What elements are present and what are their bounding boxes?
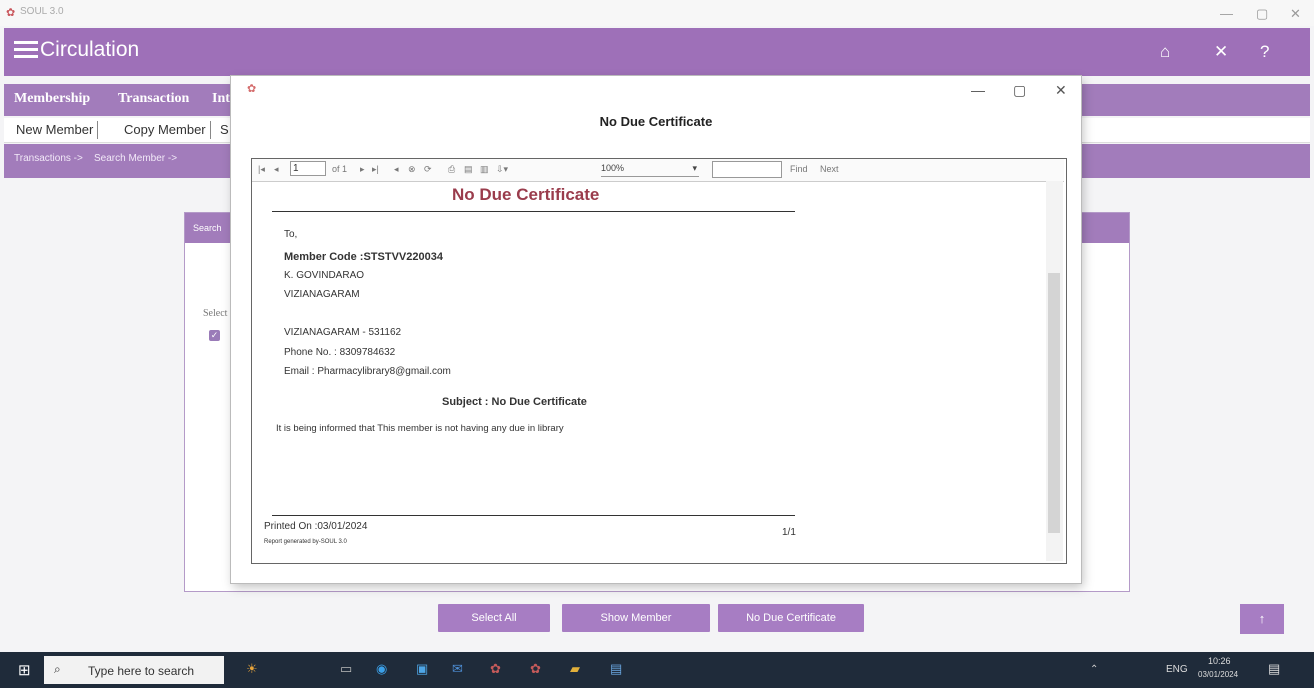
show-member-button[interactable]: Show Member [562,604,710,632]
windows-start-icon[interactable]: ⊞ [18,661,31,679]
next-page-icon[interactable]: ▸ [360,164,365,175]
print-layout-icon[interactable]: ▤ [464,164,473,175]
app-window-icon[interactable]: ▤ [610,661,622,677]
back-icon[interactable]: ◂ [394,164,399,175]
window-title-bar: ✿ SOUL 3.0 — ▢ ✕ [0,0,1314,26]
search-icon: ⌕ [54,662,61,676]
clock-time[interactable]: 10:26 [1208,656,1231,666]
dialog-close-icon[interactable]: ✕ [1055,82,1067,99]
select-checkbox[interactable]: ✓ [209,330,220,341]
home-icon[interactable]: ⌂ [1160,42,1170,62]
taskbar-search[interactable]: ⌕ Type here to search [44,656,224,684]
page-setup-icon[interactable]: ▥ [480,164,489,175]
page-total: of 1 [332,164,348,174]
breadcrumb-transactions[interactable]: Transactions -> [14,153,83,164]
minimize-icon[interactable]: — [1220,6,1233,21]
copy-member-button[interactable]: Copy Member [120,121,211,139]
maximize-icon[interactable]: ▢ [1256,6,1268,22]
refresh-icon[interactable]: ⟳ [424,164,432,175]
member-name: K. GOVINDARAO [284,270,365,281]
page-title: Circulation [40,38,140,61]
soul-app-2-icon[interactable]: ✿ [530,661,541,677]
member-pincode: VIZIANAGARAM - 531162 [284,327,402,338]
report-subject: Subject : No Due Certificate [442,396,587,408]
system-tray-icon[interactable]: ⌃ [1090,664,1098,675]
export-icon[interactable]: ⇩▾ [496,164,508,175]
find-link[interactable]: Find [790,164,808,174]
member-code: Member Code :STSTVV220034 [284,251,443,263]
printed-on: Printed On :03/01/2024 [264,521,368,532]
member-city: VIZIANAGARAM [284,289,360,300]
no-due-certificate-button[interactable]: No Due Certificate [718,604,864,632]
window-title: SOUL 3.0 [20,6,64,17]
dialog-minimize-icon[interactable]: — [971,82,985,98]
report-viewer: |◂ ◂ 1 of 1 ▸ ▸| ◂ ⊗ ⟳ ⎙ ▤ ▥ ⇩▾ 100% ▾ Fi… [251,158,1067,564]
app-header: Circulation ⌂ ✕ ? [4,28,1310,76]
nav-membership[interactable]: Membership [14,91,90,107]
first-page-icon[interactable]: |◂ [258,164,265,175]
dialog-title: No Due Certificate [599,114,713,129]
dialog-app-icon: ✿ [247,83,257,95]
title-divider [272,211,795,212]
notifications-icon[interactable]: ▤ [1268,661,1280,677]
mail-icon[interactable]: ✉ [452,661,463,677]
print-icon[interactable]: ⎙ [448,164,455,175]
close-icon[interactable]: ✕ [1290,6,1301,22]
scroll-to-top-button[interactable]: ↑ [1240,604,1284,634]
select-column-label: Select [203,308,228,319]
file-explorer-icon[interactable]: ▰ [570,661,580,677]
report-toolbar: |◂ ◂ 1 of 1 ▸ ▸| ◂ ⊗ ⟳ ⎙ ▤ ▥ ⇩▾ 100% ▾ Fi… [252,159,1064,182]
dialog-maximize-icon[interactable]: ▢ [1013,82,1026,99]
report-title: No Due Certificate [452,185,600,204]
new-member-button[interactable]: New Member [12,121,99,139]
certificate-dialog: ✿ — ▢ ✕ No Due Certificate |◂ ◂ 1 of 1 ▸… [231,76,1081,583]
find-input[interactable] [712,161,782,178]
weather-icon[interactable]: ☀ [246,661,258,677]
chevron-down-icon: ▾ [692,163,697,173]
report-body: It is being informed that This member is… [276,423,564,434]
generated-by: Report generated by-SOUL 3.0 [264,539,347,545]
last-page-icon[interactable]: ▸| [372,164,379,175]
nav-int[interactable]: Int [212,91,230,107]
clock-date[interactable]: 03/01/2024 [1198,670,1238,679]
breadcrumb-search-member[interactable]: Search Member -> [94,153,177,164]
taskbar: ⊞ ⌕ Type here to search ☀ ▭ ◉ ▣ ✉ ✿ ✿ ▰ … [0,652,1314,688]
report-to: To, [284,229,298,240]
soul-app-icon[interactable]: ✿ [490,661,501,677]
member-phone: Phone No. : 8309784632 [284,347,396,358]
page-number-input[interactable]: 1 [290,161,326,176]
hamburger-menu-icon[interactable] [14,39,38,61]
zoom-value: 100% [601,163,625,173]
zoom-select[interactable]: 100% ▾ [601,161,699,177]
stop-icon[interactable]: ⊗ [408,164,416,175]
page-count: 1/1 [782,527,796,538]
next-link[interactable]: Next [820,164,839,174]
report-scrollbar[interactable] [1046,181,1063,561]
footer-divider [272,515,795,516]
nav-transaction[interactable]: Transaction [118,91,189,107]
edge-icon[interactable]: ◉ [376,661,387,677]
task-view-icon[interactable]: ▭ [340,661,352,677]
select-all-button[interactable]: Select All [438,604,550,632]
close-module-icon[interactable]: ✕ [1214,42,1228,62]
store-icon[interactable]: ▣ [416,661,428,677]
panel-header-label: Search [193,223,222,233]
language-indicator[interactable]: ENG [1166,664,1188,675]
member-email: Email : Pharmacylibrary8@gmail.com [284,366,451,377]
prev-page-icon[interactable]: ◂ [274,164,279,175]
help-icon[interactable]: ? [1260,42,1269,62]
search-placeholder: Type here to search [88,664,195,678]
app-logo-icon: ✿ [6,7,16,19]
scrollbar-thumb[interactable] [1048,273,1060,533]
